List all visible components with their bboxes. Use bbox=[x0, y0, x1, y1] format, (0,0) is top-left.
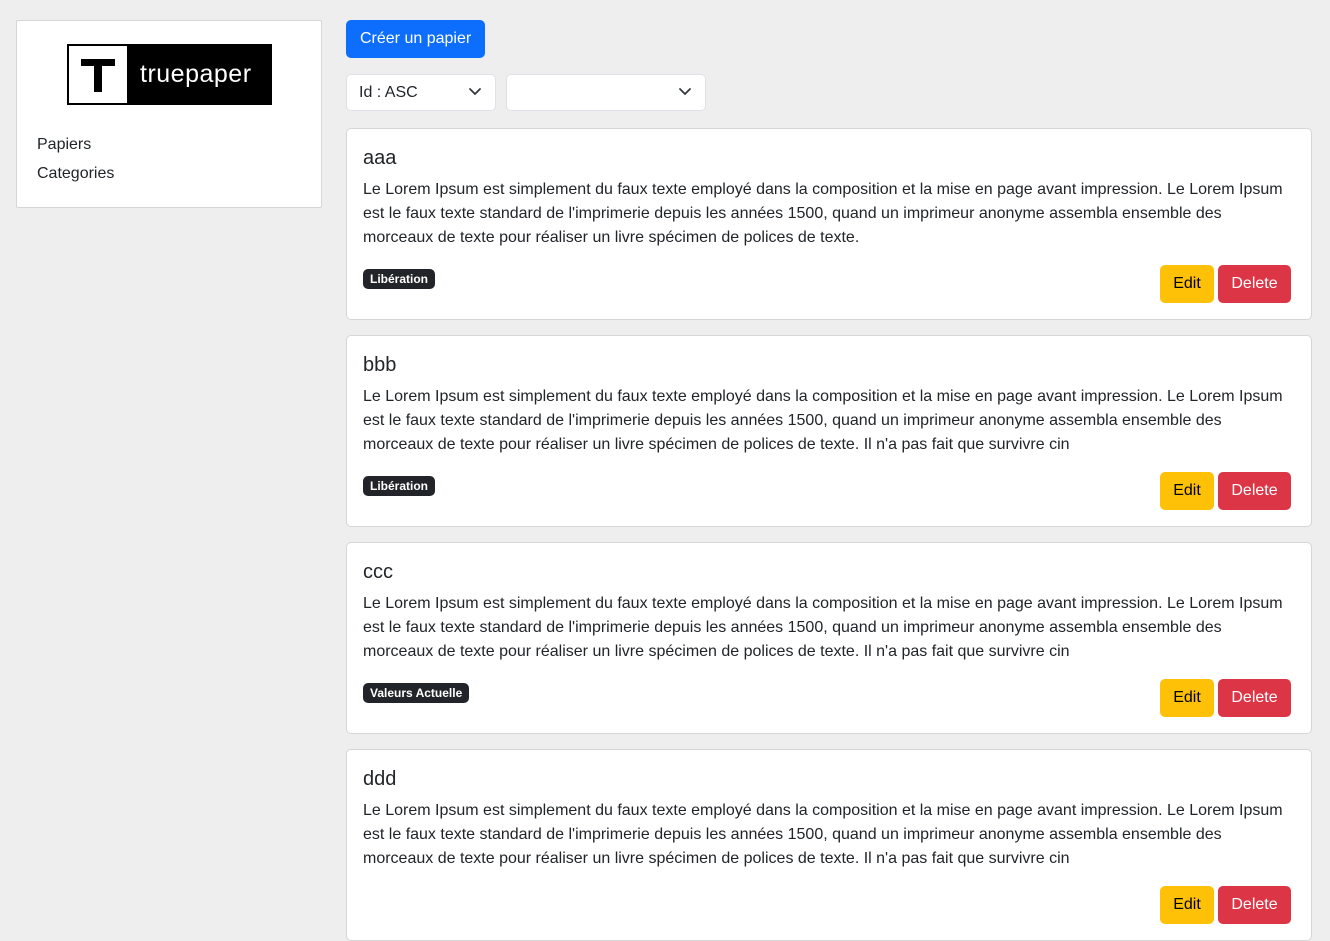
paper-title: aaa bbox=[363, 147, 397, 169]
delete-button[interactable]: Delete bbox=[1218, 679, 1291, 717]
truepaper-logo[interactable]: truepaper bbox=[67, 44, 272, 105]
edit-button[interactable]: Edit bbox=[1160, 886, 1214, 924]
logo-text: truepaper bbox=[140, 60, 252, 88]
delete-button[interactable]: Delete bbox=[1218, 886, 1291, 924]
paper-text: Le Lorem Ipsum est simplement du faux te… bbox=[363, 388, 1283, 453]
paper-card: bbb Le Lorem Ipsum est simplement du fau… bbox=[346, 335, 1312, 527]
category-select[interactable] bbox=[506, 74, 706, 111]
edit-button[interactable]: Edit bbox=[1160, 265, 1214, 303]
paper-text: Le Lorem Ipsum est simplement du faux te… bbox=[363, 595, 1283, 660]
chevron-down-icon bbox=[679, 88, 691, 95]
edit-button[interactable]: Edit bbox=[1160, 472, 1214, 510]
category-badge: Valeurs Actuelle bbox=[363, 683, 470, 703]
sidebar-item-papiers[interactable]: Papiers bbox=[37, 130, 114, 159]
delete-button[interactable]: Delete bbox=[1218, 472, 1291, 510]
sort-select[interactable]: Id : ASC bbox=[346, 74, 496, 111]
create-paper-button[interactable]: Créer un papier bbox=[346, 20, 486, 58]
sidebar: truepaper Papiers Categories bbox=[16, 20, 322, 208]
delete-button[interactable]: Delete bbox=[1218, 265, 1291, 303]
sidebar-nav: Papiers Categories bbox=[37, 130, 114, 188]
paper-card: ccc Le Lorem Ipsum est simplement du fau… bbox=[346, 542, 1312, 734]
category-badge: Libération bbox=[363, 476, 436, 496]
paper-card: aaa Le Lorem Ipsum est simplement du fau… bbox=[346, 128, 1312, 320]
sort-select-value: Id : ASC bbox=[359, 83, 418, 101]
paper-title: ccc bbox=[363, 561, 393, 583]
paper-card: ddd Le Lorem Ipsum est simplement du fau… bbox=[346, 749, 1312, 941]
edit-button[interactable]: Edit bbox=[1160, 679, 1214, 717]
paper-text: Le Lorem Ipsum est simplement du faux te… bbox=[363, 181, 1283, 246]
paper-title: bbb bbox=[363, 354, 397, 376]
paper-title: ddd bbox=[363, 768, 397, 790]
sidebar-item-categories[interactable]: Categories bbox=[37, 159, 114, 188]
paper-text: Le Lorem Ipsum est simplement du faux te… bbox=[363, 802, 1283, 867]
logo-letter-icon bbox=[69, 46, 127, 103]
chevron-down-icon bbox=[469, 88, 481, 95]
category-badge: Libération bbox=[363, 269, 436, 289]
